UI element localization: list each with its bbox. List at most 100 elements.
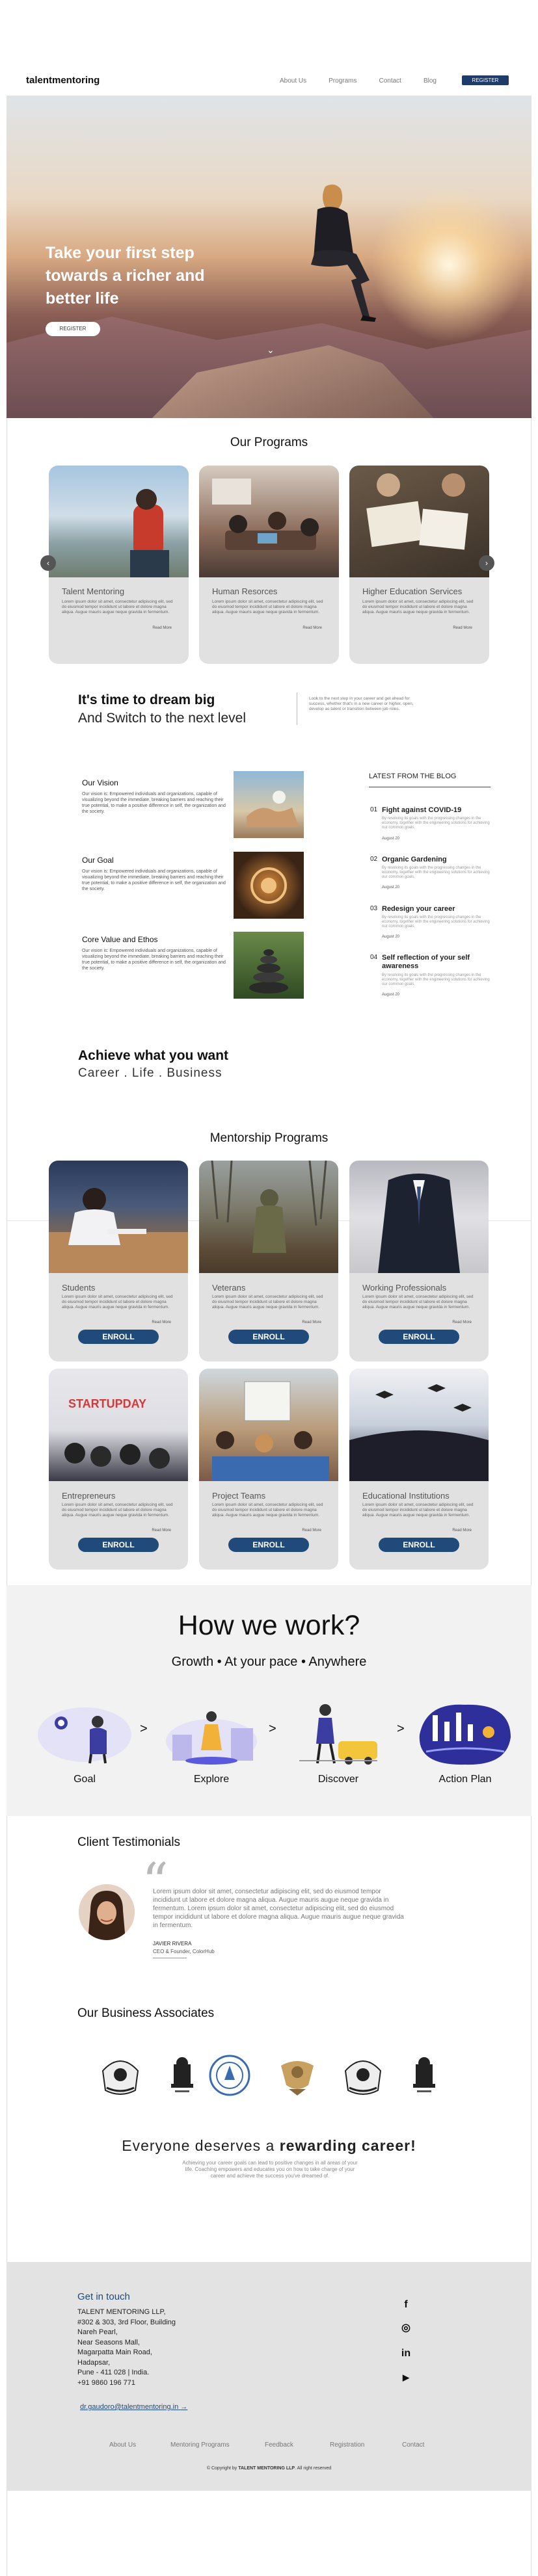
- footer-link-contact[interactable]: Contact: [402, 2441, 424, 2449]
- nav-programs[interactable]: Programs: [329, 77, 356, 85]
- dream-heading: It's time to dream big: [78, 692, 215, 707]
- instagram-icon[interactable]: ◎: [399, 2322, 412, 2335]
- read-more-link[interactable]: Read More: [152, 1321, 171, 1324]
- footer-link-registration[interactable]: Registration: [330, 2441, 364, 2449]
- goal-desc: Our vision is: Empowered individuals and…: [82, 869, 226, 891]
- program-desc: Lorem ipsum dolor sit amet, consectetur …: [212, 599, 323, 614]
- header-register-button[interactable]: REGISTER: [462, 75, 509, 85]
- step-explore: Explore: [193, 1774, 230, 1785]
- copyright: © Copyright by TALENT MENTORING LLP. All…: [7, 2466, 531, 2471]
- blog-post-number: 04: [370, 954, 378, 961]
- enroll-button[interactable]: ENROLL: [228, 1330, 309, 1344]
- blog-post-title[interactable]: Redesign your career: [382, 905, 492, 913]
- get-in-touch-heading: Get in touch: [77, 2291, 130, 2302]
- enroll-button[interactable]: ENROLL: [379, 1330, 459, 1344]
- dream-subheading: And Switch to the next level: [78, 711, 246, 726]
- career-heading-prefix: Everyone deserves a: [122, 2137, 280, 2154]
- mentorship-desc: Lorem ipsum dolor sit amet, consectetur …: [212, 1295, 323, 1309]
- youtube-icon[interactable]: ▶: [399, 2371, 412, 2384]
- enroll-button[interactable]: ENROLL: [78, 1538, 159, 1552]
- blog-post-date: August 20: [382, 837, 400, 841]
- carousel-next-icon[interactable]: ›: [479, 555, 494, 571]
- email-link[interactable]: dr.gaudoro@talentmentoring.in →: [80, 2403, 187, 2411]
- how-subtitle: Growth • At your pace • Anywhere: [171, 1655, 367, 1669]
- mentorship-card-students[interactable]: Students Lorem ipsum dolor sit amet, con…: [49, 1161, 188, 1361]
- program-image-human-resources: [199, 466, 339, 577]
- nav-about-us[interactable]: About Us: [280, 77, 306, 85]
- mentorship-card-veterans[interactable]: Veterans Lorem ipsum dolor sit amet, con…: [199, 1161, 338, 1361]
- mentorship-title: Project Teams: [212, 1491, 266, 1501]
- address-line: Near Seasons Mall,: [77, 2338, 140, 2346]
- phone-number[interactable]: +91 9860 196 771: [77, 2378, 221, 2389]
- nav-blog[interactable]: Blog: [424, 77, 437, 85]
- scroll-down-icon[interactable]: ⌄: [267, 345, 275, 356]
- vision-desc: Our vision is: Empowered individuals and…: [82, 792, 226, 814]
- blog-post-date: August 20: [382, 886, 400, 889]
- associate-logo-seal: [101, 2060, 139, 2095]
- footer-link-mentoring-programs[interactable]: Mentoring Programs: [170, 2441, 230, 2449]
- vision-image: [234, 771, 304, 838]
- testimonial-text: Lorem ipsum dolor sit amet, consectetur …: [153, 1888, 404, 1929]
- read-more-link[interactable]: Read More: [453, 626, 472, 630]
- read-more-link[interactable]: Read More: [452, 1321, 472, 1324]
- program-card-human-resources[interactable]: Human Resorces Lorem ipsum dolor sit ame…: [199, 466, 339, 664]
- dream-text: Look to the next step in your career and…: [309, 696, 414, 711]
- mentorship-desc: Lorem ipsum dolor sit amet, consectetur …: [62, 1503, 173, 1518]
- chevron-right-icon: >: [140, 1722, 148, 1736]
- read-more-link[interactable]: Read More: [303, 626, 322, 630]
- testimonial-role: CEO & Founder, ColorHub: [153, 1949, 215, 1954]
- mentorship-card-educational-institutions[interactable]: Educational Institutions Lorem ipsum dol…: [349, 1369, 489, 1570]
- blog-post-title[interactable]: Self reflection of your self awareness: [382, 954, 492, 971]
- linkedin-icon[interactable]: in: [399, 2347, 412, 2360]
- carousel-prev-icon[interactable]: ‹: [40, 555, 56, 571]
- enroll-button[interactable]: ENROLL: [78, 1330, 159, 1344]
- enroll-button[interactable]: ENROLL: [228, 1538, 309, 1552]
- mentorship-image-educational-institutions: [349, 1369, 489, 1481]
- logo[interactable]: talentmentoring: [26, 75, 100, 86]
- read-more-link[interactable]: Read More: [302, 1321, 321, 1324]
- address-line: #302 & 303, 3rd Floor, Building: [77, 2318, 176, 2326]
- blog-post-title[interactable]: Fight against COVID-19: [382, 806, 492, 815]
- mentorship-card-working-professionals[interactable]: Working Professionals Lorem ipsum dolor …: [349, 1161, 489, 1361]
- mentorship-desc: Lorem ipsum dolor sit amet, consectetur …: [62, 1295, 173, 1309]
- mentorship-title: Working Professionals: [362, 1283, 447, 1293]
- program-image-talent-mentoring: [49, 466, 189, 577]
- associate-logo-institute: [209, 2055, 250, 2096]
- mentorship-card-entrepreneurs[interactable]: STARTUPDAY Entrepreneurs Lorem ipsum dol…: [49, 1369, 188, 1570]
- achieve-subheading: Career . Life . Business: [78, 1066, 222, 1080]
- mentorship-card-project-teams[interactable]: Project Teams Lorem ipsum dolor sit amet…: [199, 1369, 338, 1570]
- goal-title: Our Goal: [82, 856, 114, 865]
- explore-illustration: [166, 1711, 257, 1765]
- blog-post-desc: By resolving its goals with the progress…: [382, 817, 490, 830]
- career-heading: Everyone deserves a rewarding career!: [0, 2137, 538, 2155]
- goal-image: [234, 852, 304, 919]
- chevron-right-icon: >: [397, 1722, 405, 1736]
- program-card-higher-education[interactable]: Higher Education Services Lorem ipsum do…: [349, 466, 489, 664]
- footer-link-about[interactable]: About Us: [109, 2441, 136, 2449]
- testimonials-title: Client Testimonials: [77, 1835, 181, 1849]
- hero-register-button[interactable]: REGISTER: [46, 322, 100, 336]
- read-more-link[interactable]: Read More: [302, 1529, 321, 1532]
- blog-post-number: 02: [370, 856, 378, 863]
- nav-contact[interactable]: Contact: [379, 77, 401, 85]
- address-line: Magarpatta Main Road,: [77, 2348, 152, 2356]
- core-values-image: [234, 932, 304, 999]
- facebook-icon[interactable]: f: [399, 2298, 412, 2311]
- associate-logo-seal-2: [344, 2060, 382, 2095]
- blog-post-desc: By resolving its goals with the progress…: [382, 866, 490, 879]
- blog-post-desc: By resolving its goals with the progress…: [382, 915, 490, 928]
- copyright-suffix: . All right reserved: [295, 2466, 332, 2471]
- email-address[interactable]: dr.gaudoro@talentmentoring.in: [80, 2403, 178, 2411]
- footer-link-feedback[interactable]: Feedback: [265, 2441, 293, 2449]
- blog-post-number: 03: [370, 905, 378, 912]
- blog-post-title[interactable]: Organic Gardening: [382, 856, 492, 864]
- career-heading-emphasis: rewarding career!: [279, 2137, 416, 2154]
- how-we-work-section: How we work? Growth • At your pace • Any…: [7, 1585, 531, 1816]
- mentorship-image-project-teams: [199, 1369, 338, 1481]
- read-more-link[interactable]: Read More: [152, 626, 172, 630]
- program-card-talent-mentoring[interactable]: Talent Mentoring Lorem ipsum dolor sit a…: [49, 466, 189, 664]
- goal-illustration: [38, 1707, 131, 1764]
- read-more-link[interactable]: Read More: [452, 1529, 472, 1532]
- enroll-button[interactable]: ENROLL: [379, 1538, 459, 1552]
- read-more-link[interactable]: Read More: [152, 1529, 171, 1532]
